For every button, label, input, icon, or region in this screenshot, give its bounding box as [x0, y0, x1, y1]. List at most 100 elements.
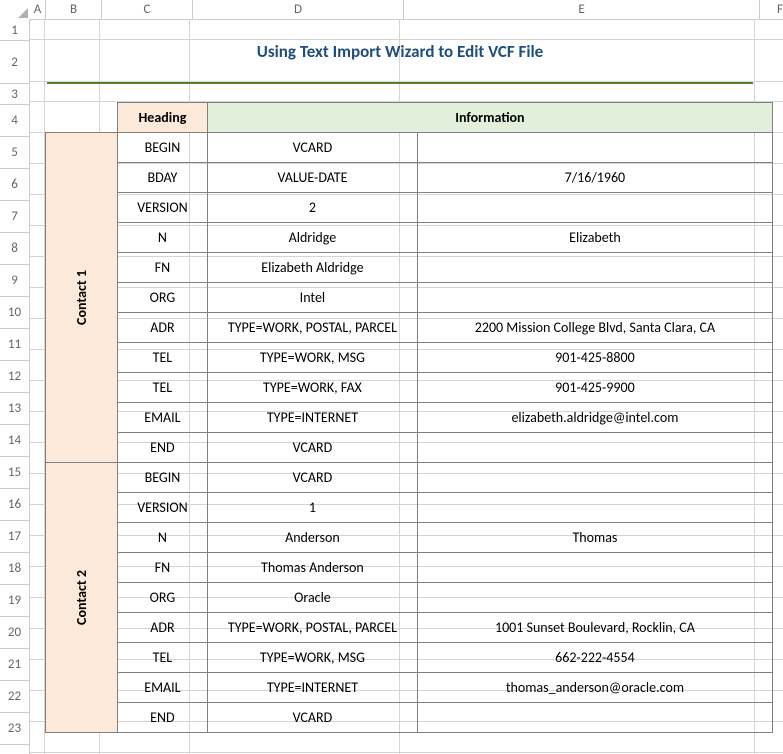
cell-A20[interactable]: [30, 598, 45, 629]
cell-A2[interactable]: [30, 40, 45, 82]
cell-A14[interactable]: [30, 412, 45, 443]
row-header-11[interactable]: 11: [0, 329, 30, 361]
col-header-C[interactable]: C: [102, 0, 193, 20]
data-cell[interactable]: 7/16/1960: [417, 163, 772, 193]
data-cell[interactable]: [417, 253, 772, 283]
cell-A19[interactable]: [30, 567, 45, 598]
col-header-A[interactable]: A: [30, 0, 46, 20]
contact-group-2[interactable]: Contact 2: [46, 463, 118, 733]
row-header-18[interactable]: 18: [0, 553, 30, 585]
row-header-17[interactable]: 17: [0, 521, 30, 553]
data-cell[interactable]: N: [117, 223, 207, 253]
data-cell[interactable]: TYPE=WORK, POSTAL, PARCEL: [207, 613, 417, 643]
cell-A13[interactable]: [30, 381, 45, 412]
cell-A15[interactable]: [30, 443, 45, 474]
data-cell[interactable]: 1001 Sunset Boulevard, Rocklin, CA: [417, 613, 772, 643]
row-header-4[interactable]: 4: [0, 105, 30, 137]
cell-A5[interactable]: [30, 133, 45, 164]
contact-group-1[interactable]: Contact 1: [46, 133, 118, 463]
data-cell[interactable]: EMAIL: [117, 403, 207, 433]
data-cell[interactable]: ADR: [117, 313, 207, 343]
data-cell[interactable]: [417, 193, 772, 223]
data-cell[interactable]: VERSION: [117, 493, 207, 523]
data-cell[interactable]: TEL: [117, 343, 207, 373]
data-cell[interactable]: TYPE=WORK, MSG: [207, 343, 417, 373]
cell-A16[interactable]: [30, 474, 45, 505]
data-cell[interactable]: [417, 133, 772, 163]
data-cell[interactable]: VERSION: [117, 193, 207, 223]
data-cell[interactable]: VCARD: [207, 433, 417, 463]
data-cell[interactable]: thomas_anderson@oracle.com: [417, 673, 772, 703]
data-cell[interactable]: Oracle: [207, 583, 417, 613]
row-header-19[interactable]: 19: [0, 585, 30, 617]
col-header-F[interactable]: F: [760, 0, 783, 20]
data-cell[interactable]: [417, 283, 772, 313]
cell-A12[interactable]: [30, 350, 45, 381]
data-cell[interactable]: ADR: [117, 613, 207, 643]
cell-A10[interactable]: [30, 288, 45, 319]
row-header-12[interactable]: 12: [0, 361, 30, 393]
col-header-E[interactable]: E: [404, 0, 760, 20]
data-cell[interactable]: ORG: [117, 283, 207, 313]
row-header-8[interactable]: 8: [0, 233, 30, 265]
cell-A8[interactable]: [30, 226, 45, 257]
data-cell[interactable]: 2: [207, 193, 417, 223]
cell-A9[interactable]: [30, 257, 45, 288]
cell-A1[interactable]: [30, 20, 45, 40]
row-header-9[interactable]: 9: [0, 265, 30, 297]
data-cell[interactable]: BEGIN: [117, 133, 207, 163]
data-cell[interactable]: 901-425-8800: [417, 343, 772, 373]
header-heading[interactable]: Heading: [117, 103, 207, 133]
row-header-14[interactable]: 14: [0, 425, 30, 457]
cell-A3[interactable]: [30, 82, 45, 102]
data-cell[interactable]: FN: [117, 253, 207, 283]
row-header-5[interactable]: 5: [0, 137, 30, 169]
data-cell[interactable]: Aldridge: [207, 223, 417, 253]
data-cell[interactable]: TYPE=WORK, POSTAL, PARCEL: [207, 313, 417, 343]
data-cell[interactable]: TYPE=WORK, MSG: [207, 643, 417, 673]
cell-F1[interactable]: [755, 20, 783, 40]
data-cell[interactable]: FN: [117, 553, 207, 583]
data-cell[interactable]: BDAY: [117, 163, 207, 193]
data-cell[interactable]: elizabeth.aldridge@intel.com: [417, 403, 772, 433]
data-cell[interactable]: [417, 433, 772, 463]
data-cell[interactable]: VALUE-DATE: [207, 163, 417, 193]
cell-A18[interactable]: [30, 536, 45, 567]
header-information[interactable]: Information: [207, 103, 772, 133]
data-cell[interactable]: TYPE=WORK, FAX: [207, 373, 417, 403]
data-cell[interactable]: TEL: [117, 643, 207, 673]
data-cell[interactable]: TYPE=INTERNET: [207, 403, 417, 433]
data-cell[interactable]: ORG: [117, 583, 207, 613]
data-cell[interactable]: [417, 703, 772, 733]
row-header-21[interactable]: 21: [0, 649, 30, 681]
cell-A17[interactable]: [30, 505, 45, 536]
data-cell[interactable]: [417, 553, 772, 583]
data-cell[interactable]: Anderson: [207, 523, 417, 553]
data-cell[interactable]: END: [117, 703, 207, 733]
data-cell[interactable]: VCARD: [207, 463, 417, 493]
cell-A7[interactable]: [30, 195, 45, 226]
row-header-6[interactable]: 6: [0, 169, 30, 201]
data-cell[interactable]: [417, 463, 772, 493]
row-header-3[interactable]: 3: [0, 84, 30, 105]
row-header-24[interactable]: 24: [0, 745, 30, 754]
data-cell[interactable]: 1: [207, 493, 417, 523]
row-header-16[interactable]: 16: [0, 489, 30, 521]
row-header-22[interactable]: 22: [0, 681, 30, 713]
data-cell[interactable]: 662-222-4554: [417, 643, 772, 673]
row-header-13[interactable]: 13: [0, 393, 30, 425]
data-cell[interactable]: [417, 583, 772, 613]
row-header-7[interactable]: 7: [0, 201, 30, 233]
data-cell[interactable]: TYPE=INTERNET: [207, 673, 417, 703]
data-cell[interactable]: 901-425-9900: [417, 373, 772, 403]
cell-A21[interactable]: [30, 629, 45, 660]
cell-A23[interactable]: [30, 691, 45, 722]
data-cell[interactable]: TEL: [117, 373, 207, 403]
data-cell[interactable]: N: [117, 523, 207, 553]
cell-A4[interactable]: [30, 102, 45, 133]
data-cell[interactable]: Thomas: [417, 523, 772, 553]
data-cell[interactable]: EMAIL: [117, 673, 207, 703]
col-header-B[interactable]: B: [46, 0, 102, 20]
row-header-10[interactable]: 10: [0, 297, 30, 329]
cell-A6[interactable]: [30, 164, 45, 195]
